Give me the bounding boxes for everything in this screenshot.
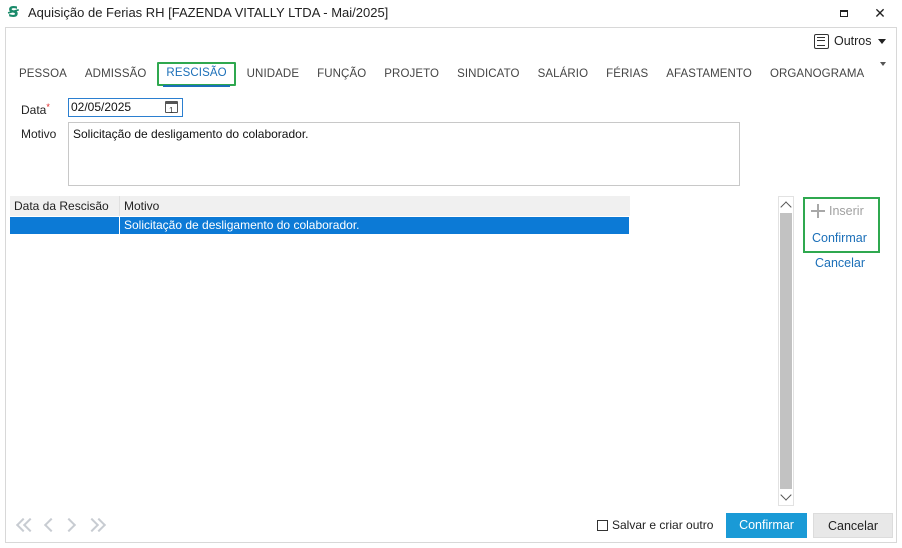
save-and-create-option[interactable]: Salvar e criar outro: [597, 518, 713, 532]
chevron-right-icon: [61, 517, 77, 533]
outros-menu-button[interactable]: Outros: [814, 32, 886, 50]
calendar-icon[interactable]: [165, 101, 178, 119]
inserir-label: Inserir: [829, 204, 864, 218]
tab-bar: PESSOA ADMISSÃO RESCISÃO UNIDADE FUNÇÃO …: [10, 62, 873, 87]
maximize-button[interactable]: [830, 0, 858, 26]
tab-afastamento[interactable]: AFASTAMENTO: [657, 62, 761, 86]
data-label: Data*: [21, 102, 50, 117]
scroll-down-icon[interactable]: [780, 489, 792, 501]
next-record-button[interactable]: [60, 515, 84, 535]
cancel-button[interactable]: Cancelar: [813, 513, 893, 538]
last-record-button[interactable]: [84, 515, 108, 535]
tab-overflow-icon[interactable]: [880, 62, 886, 66]
cancelar-link[interactable]: Cancelar: [815, 256, 865, 270]
tab-funcao[interactable]: FUNÇÃO: [308, 62, 375, 86]
chevron-left-icon: [43, 517, 59, 533]
scrollbar-thumb[interactable]: [780, 213, 792, 489]
plus-icon: [811, 204, 825, 218]
maximize-icon: [840, 9, 848, 17]
column-header-data-rescisao[interactable]: Data da Rescisão: [10, 196, 120, 216]
record-navigation: [12, 515, 108, 535]
tab-projeto[interactable]: PROJETO: [375, 62, 448, 86]
chevron-down-icon: [877, 38, 886, 44]
tab-pessoa[interactable]: PESSOA: [10, 62, 76, 86]
inserir-button[interactable]: Inserir: [811, 204, 864, 218]
tab-rescisao[interactable]: RESCISÃO: [157, 62, 236, 87]
previous-record-button[interactable]: [36, 515, 60, 535]
close-icon: ✕: [874, 4, 886, 21]
outros-label: Outros: [834, 34, 872, 48]
grid-header: Data da Rescisão Motivo: [10, 196, 630, 216]
column-header-motivo[interactable]: Motivo: [120, 196, 630, 216]
tab-ferias[interactable]: FÉRIAS: [597, 62, 657, 86]
save-and-create-checkbox[interactable]: [597, 519, 608, 531]
save-and-create-label: Salvar e criar outro: [612, 518, 714, 532]
list-icon: [814, 33, 829, 49]
table-row[interactable]: Solicitação de desligamento do colaborad…: [10, 217, 629, 234]
tab-admissao[interactable]: ADMISSÃO: [76, 62, 156, 86]
window: Ꞩ Aquisição de Ferias RH [FAZENDA VITALL…: [0, 0, 902, 548]
window-title: Aquisição de Ferias RH [FAZENDA VITALLY …: [28, 5, 389, 20]
first-record-button[interactable]: [12, 515, 38, 535]
motivo-textarea[interactable]: Solicitação de desligamento do colaborad…: [68, 122, 740, 186]
tab-organograma[interactable]: ORGANOGRAMA: [761, 62, 873, 86]
data-value: 02/05/2025: [71, 100, 132, 114]
data-date-input[interactable]: 02/05/2025: [68, 98, 183, 119]
required-mark: *: [46, 102, 50, 112]
scroll-up-icon[interactable]: [780, 201, 792, 213]
cell-data-rescisao: [10, 217, 120, 234]
grid-scrollbar[interactable]: [778, 196, 794, 506]
cell-motivo: Solicitação de desligamento do colaborad…: [124, 218, 360, 232]
data-label-text: Data: [21, 103, 47, 117]
close-button[interactable]: ✕: [866, 0, 894, 26]
motivo-label: Motivo: [21, 127, 57, 141]
title-bar: Ꞩ Aquisição de Ferias RH [FAZENDA VITALL…: [0, 0, 902, 26]
confirm-button[interactable]: Confirmar: [726, 513, 807, 538]
tab-sindicato[interactable]: SINDICATO: [448, 62, 528, 86]
app-logo-icon: Ꞩ: [8, 4, 19, 21]
tab-salario[interactable]: SALÁRIO: [529, 62, 598, 86]
tab-unidade[interactable]: UNIDADE: [238, 62, 308, 86]
confirmar-link[interactable]: Confirmar: [812, 231, 867, 245]
rescisao-grid: Data da Rescisão Motivo Solicitação de d…: [10, 196, 778, 506]
